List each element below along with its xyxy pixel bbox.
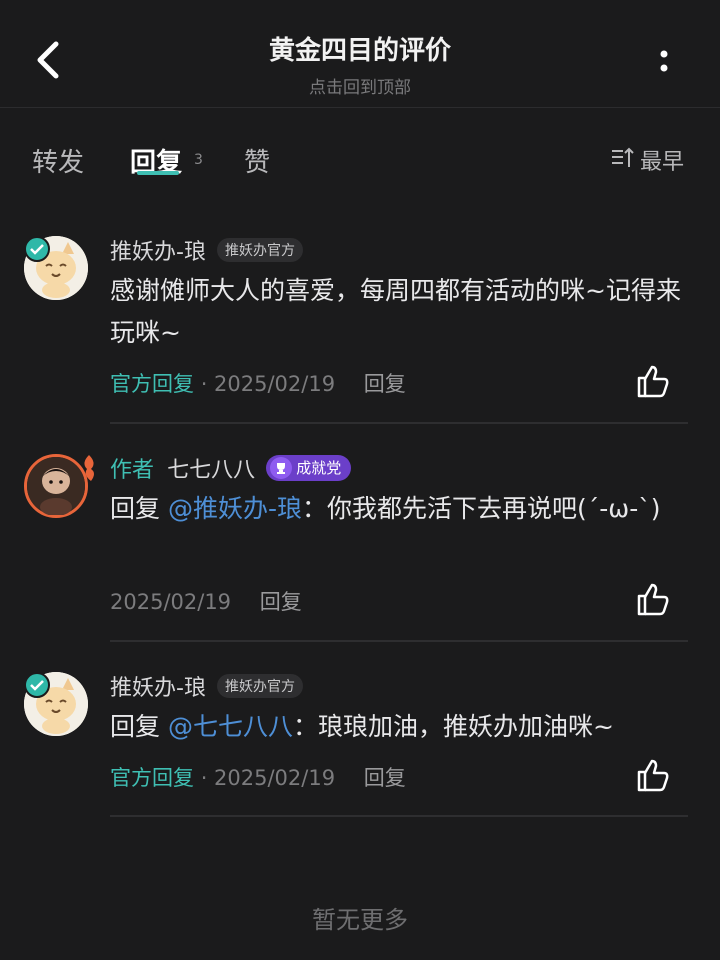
mention-link[interactable]: @推妖办-琅 <box>168 494 302 523</box>
author-label: 作者 <box>110 458 155 483</box>
reply-prefix: 回复 <box>110 712 168 741</box>
reply-button[interactable]: 回复 <box>364 372 406 396</box>
title-area[interactable]: 黄金四目的评价 点击回到顶部 <box>0 30 720 98</box>
achievement-badge: 成就党 <box>266 454 352 482</box>
verified-badge-icon <box>24 236 50 262</box>
sort-label: 最早 <box>640 150 685 175</box>
active-tab-indicator <box>137 171 179 175</box>
official-reply-label: 官方回复 <box>110 372 194 396</box>
divider <box>110 640 688 642</box>
verified-badge-icon <box>24 672 50 698</box>
reply-button[interactable]: 回复 <box>260 590 302 614</box>
comment-meta: 官方回复 · 2025/02/19 回复 <box>110 368 406 398</box>
divider <box>110 422 688 424</box>
sort-icon <box>612 147 634 167</box>
reply-prefix: 回复 <box>110 494 168 523</box>
divider <box>110 815 688 817</box>
achievement-label: 成就党 <box>296 458 342 477</box>
top-bar: 黄金四目的评价 点击回到顶部 <box>0 0 720 108</box>
tab-replies-count: 3 <box>194 152 203 168</box>
comment-text[interactable]: 感谢傩师大人的喜爱，每周四都有活动的咪~记得来玩咪~ <box>110 270 694 354</box>
flame-frame-icon <box>84 455 94 481</box>
comment-header: 推妖办-琅 推妖办官方 <box>110 234 304 265</box>
official-reply-label: 官方回复 <box>110 766 194 790</box>
comment-meta: 2025/02/19 回复 <box>110 586 302 616</box>
reply-text: ：你我都先活下去再说吧(´-ω-`) <box>301 494 661 523</box>
comment-text[interactable]: 回复 @推妖办-琅：你我都先活下去再说吧(´-ω-`) <box>110 488 694 530</box>
user-photo-icon <box>27 457 85 515</box>
comment-date: 2025/02/19 <box>110 590 232 614</box>
avatar[interactable] <box>24 672 88 736</box>
page-title: 黄金四目的评价 <box>268 36 451 66</box>
comment-text[interactable]: 回复 @七七八八：琅琅加油，推妖办加油咪~ <box>110 706 694 748</box>
username[interactable]: 推妖办-琅 <box>110 240 206 265</box>
like-thumb-icon[interactable] <box>634 362 672 400</box>
comment-meta: 官方回复 · 2025/02/19 回复 <box>110 762 406 792</box>
no-more-indicator: 暂无更多 <box>312 906 408 934</box>
reply-button[interactable]: 回复 <box>364 766 406 790</box>
tab-likes[interactable]: 赞 <box>244 142 270 179</box>
mention-link[interactable]: @七七八八 <box>168 712 293 741</box>
like-thumb-icon[interactable] <box>634 756 672 794</box>
tab-bar: 转发 回复 3 赞 最早 <box>0 130 720 190</box>
like-thumb-icon[interactable] <box>634 580 672 618</box>
avatar[interactable] <box>24 236 88 300</box>
username[interactable]: 七七八八 <box>167 458 255 483</box>
comment-date: · 2025/02/19 <box>200 372 336 396</box>
username[interactable]: 推妖办-琅 <box>110 676 206 701</box>
back-to-top-hint[interactable]: 点击回到顶部 <box>0 73 720 98</box>
trophy-icon <box>270 457 293 480</box>
more-options-icon[interactable] <box>650 44 678 80</box>
reply-text: ：琅琅加油，推妖办加油咪~ <box>292 712 614 741</box>
comment-header: 推妖办-琅 推妖办官方 <box>110 670 304 701</box>
tab-forward[interactable]: 转发 <box>32 142 84 179</box>
official-tag: 推妖办官方 <box>217 238 304 262</box>
avatar[interactable] <box>24 454 94 518</box>
comment-date: · 2025/02/19 <box>200 766 336 790</box>
comment-header: 作者 七七八八 成就党 <box>110 452 352 483</box>
official-tag: 推妖办官方 <box>217 674 304 698</box>
